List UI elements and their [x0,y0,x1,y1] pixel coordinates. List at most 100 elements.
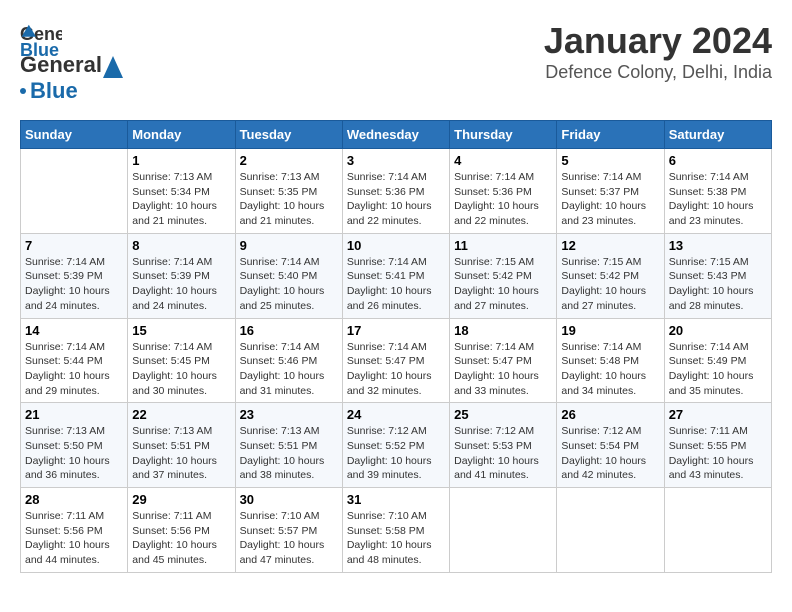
title-block: January 2024 Defence Colony, Delhi, Indi… [544,20,772,83]
logo: General Blue General Blue [20,20,123,104]
day-info: Sunrise: 7:14 AM Sunset: 5:36 PM Dayligh… [454,170,552,229]
day-info: Sunrise: 7:10 AM Sunset: 5:58 PM Dayligh… [347,509,445,568]
calendar-cell: 20Sunrise: 7:14 AM Sunset: 5:49 PM Dayli… [664,318,771,403]
logo-general: General [20,52,102,78]
header-monday: Monday [128,121,235,149]
day-info: Sunrise: 7:13 AM Sunset: 5:50 PM Dayligh… [25,424,123,483]
day-number: 14 [25,323,123,338]
week-row-3: 14 Sunrise: 7:14 AM Sunset: 5:44 PM Dayli… [21,318,772,403]
day-number: 13 [669,238,767,253]
day-number: 11 [454,238,552,253]
day-number: 29 [132,492,230,507]
day-number: 31 [347,492,445,507]
day-info: Sunrise: 7:14 AM Sunset: 5:44 PM Dayligh… [25,340,123,399]
day-info: Sunrise: 7:15 AM Sunset: 5:42 PM Dayligh… [454,255,552,314]
calendar-cell: 30 Sunrise: 7:10 AM Sunset: 5:57 PM Dayli… [235,488,342,573]
logo-arrow-icon [103,56,123,78]
calendar-cell: 15Sunrise: 7:14 AM Sunset: 5:45 PM Dayli… [128,318,235,403]
day-number: 23 [240,407,338,422]
day-number: 3 [347,153,445,168]
header-row: SundayMondayTuesdayWednesdayThursdayFrid… [21,121,772,149]
day-info: Sunrise: 7:14 AM Sunset: 5:46 PM Dayligh… [240,340,338,399]
day-number: 18 [454,323,552,338]
calendar-cell: 6Sunrise: 7:14 AM Sunset: 5:38 PM Daylig… [664,149,771,234]
header-friday: Friday [557,121,664,149]
calendar-cell: 23Sunrise: 7:13 AM Sunset: 5:51 PM Dayli… [235,403,342,488]
day-number: 25 [454,407,552,422]
day-number: 16 [240,323,338,338]
calendar-cell: 19 Sunrise: 7:14 AM Sunset: 5:48 PM Dayli… [557,318,664,403]
day-number: 7 [25,238,123,253]
week-row-5: 28 Sunrise: 7:11 AM Sunset: 5:56 PM Dayli… [21,488,772,573]
day-number: 8 [132,238,230,253]
day-number: 10 [347,238,445,253]
day-info: Sunrise: 7:14 AM Sunset: 5:36 PM Dayligh… [347,170,445,229]
day-info: Sunrise: 7:14 AM Sunset: 5:39 PM Dayligh… [132,255,230,314]
page-title: January 2024 [544,20,772,62]
calendar-cell: 22Sunrise: 7:13 AM Sunset: 5:51 PM Dayli… [128,403,235,488]
day-number: 26 [561,407,659,422]
calendar-cell: 13 Sunrise: 7:15 AM Sunset: 5:43 PM Dayli… [664,233,771,318]
calendar-cell [664,488,771,573]
day-number: 22 [132,407,230,422]
calendar-cell [21,149,128,234]
day-number: 15 [132,323,230,338]
logo-dot [20,88,26,94]
calendar-cell: 28 Sunrise: 7:11 AM Sunset: 5:56 PM Dayli… [21,488,128,573]
header-thursday: Thursday [450,121,557,149]
day-number: 20 [669,323,767,338]
calendar-cell: 1Sunrise: 7:13 AM Sunset: 5:34 PM Daylig… [128,149,235,234]
calendar-cell: 29 Sunrise: 7:11 AM Sunset: 5:56 PM Dayli… [128,488,235,573]
day-number: 5 [561,153,659,168]
day-number: 21 [25,407,123,422]
day-info: Sunrise: 7:12 AM Sunset: 5:52 PM Dayligh… [347,424,445,483]
day-info: Sunrise: 7:14 AM Sunset: 5:48 PM Dayligh… [561,340,659,399]
day-info: Sunrise: 7:12 AM Sunset: 5:54 PM Dayligh… [561,424,659,483]
day-info: Sunrise: 7:15 AM Sunset: 5:42 PM Dayligh… [561,255,659,314]
day-info: Sunrise: 7:14 AM Sunset: 5:40 PM Dayligh… [240,255,338,314]
day-number: 17 [347,323,445,338]
calendar-cell: 7Sunrise: 7:14 AM Sunset: 5:39 PM Daylig… [21,233,128,318]
calendar-cell: 11 Sunrise: 7:15 AM Sunset: 5:42 PM Dayli… [450,233,557,318]
day-number: 19 [561,323,659,338]
day-info: Sunrise: 7:14 AM Sunset: 5:47 PM Dayligh… [347,340,445,399]
header-saturday: Saturday [664,121,771,149]
calendar-cell [557,488,664,573]
day-number: 28 [25,492,123,507]
calendar-cell: 24 Sunrise: 7:12 AM Sunset: 5:52 PM Dayli… [342,403,449,488]
day-info: Sunrise: 7:11 AM Sunset: 5:55 PM Dayligh… [669,424,767,483]
day-info: Sunrise: 7:15 AM Sunset: 5:43 PM Dayligh… [669,255,767,314]
calendar-cell: 10 Sunrise: 7:14 AM Sunset: 5:41 PM Dayli… [342,233,449,318]
day-info: Sunrise: 7:14 AM Sunset: 5:37 PM Dayligh… [561,170,659,229]
day-info: Sunrise: 7:11 AM Sunset: 5:56 PM Dayligh… [132,509,230,568]
day-number: 9 [240,238,338,253]
calendar-cell: 27Sunrise: 7:11 AM Sunset: 5:55 PM Dayli… [664,403,771,488]
calendar-cell: 5 Sunrise: 7:14 AM Sunset: 5:37 PM Daylig… [557,149,664,234]
day-number: 24 [347,407,445,422]
calendar-table: SundayMondayTuesdayWednesdayThursdayFrid… [20,120,772,573]
day-number: 6 [669,153,767,168]
week-row-1: 1Sunrise: 7:13 AM Sunset: 5:34 PM Daylig… [21,149,772,234]
calendar-cell: 14 Sunrise: 7:14 AM Sunset: 5:44 PM Dayli… [21,318,128,403]
calendar-cell: 18 Sunrise: 7:14 AM Sunset: 5:47 PM Dayli… [450,318,557,403]
day-number: 12 [561,238,659,253]
day-info: Sunrise: 7:10 AM Sunset: 5:57 PM Dayligh… [240,509,338,568]
calendar-cell: 3 Sunrise: 7:14 AM Sunset: 5:36 PM Daylig… [342,149,449,234]
calendar-cell: 16 Sunrise: 7:14 AM Sunset: 5:46 PM Dayli… [235,318,342,403]
day-info: Sunrise: 7:14 AM Sunset: 5:41 PM Dayligh… [347,255,445,314]
calendar-cell: 4Sunrise: 7:14 AM Sunset: 5:36 PM Daylig… [450,149,557,234]
calendar-cell: 9 Sunrise: 7:14 AM Sunset: 5:40 PM Daylig… [235,233,342,318]
day-number: 30 [240,492,338,507]
calendar-cell [450,488,557,573]
day-info: Sunrise: 7:11 AM Sunset: 5:56 PM Dayligh… [25,509,123,568]
day-info: Sunrise: 7:13 AM Sunset: 5:35 PM Dayligh… [240,170,338,229]
day-number: 2 [240,153,338,168]
page-subtitle: Defence Colony, Delhi, India [544,62,772,83]
day-info: Sunrise: 7:13 AM Sunset: 5:34 PM Dayligh… [132,170,230,229]
calendar-cell: 2 Sunrise: 7:13 AM Sunset: 5:35 PM Daylig… [235,149,342,234]
week-row-4: 21 Sunrise: 7:13 AM Sunset: 5:50 PM Dayli… [21,403,772,488]
day-info: Sunrise: 7:14 AM Sunset: 5:47 PM Dayligh… [454,340,552,399]
calendar-cell: 25Sunrise: 7:12 AM Sunset: 5:53 PM Dayli… [450,403,557,488]
calendar-cell: 17 Sunrise: 7:14 AM Sunset: 5:47 PM Dayli… [342,318,449,403]
header-sunday: Sunday [21,121,128,149]
